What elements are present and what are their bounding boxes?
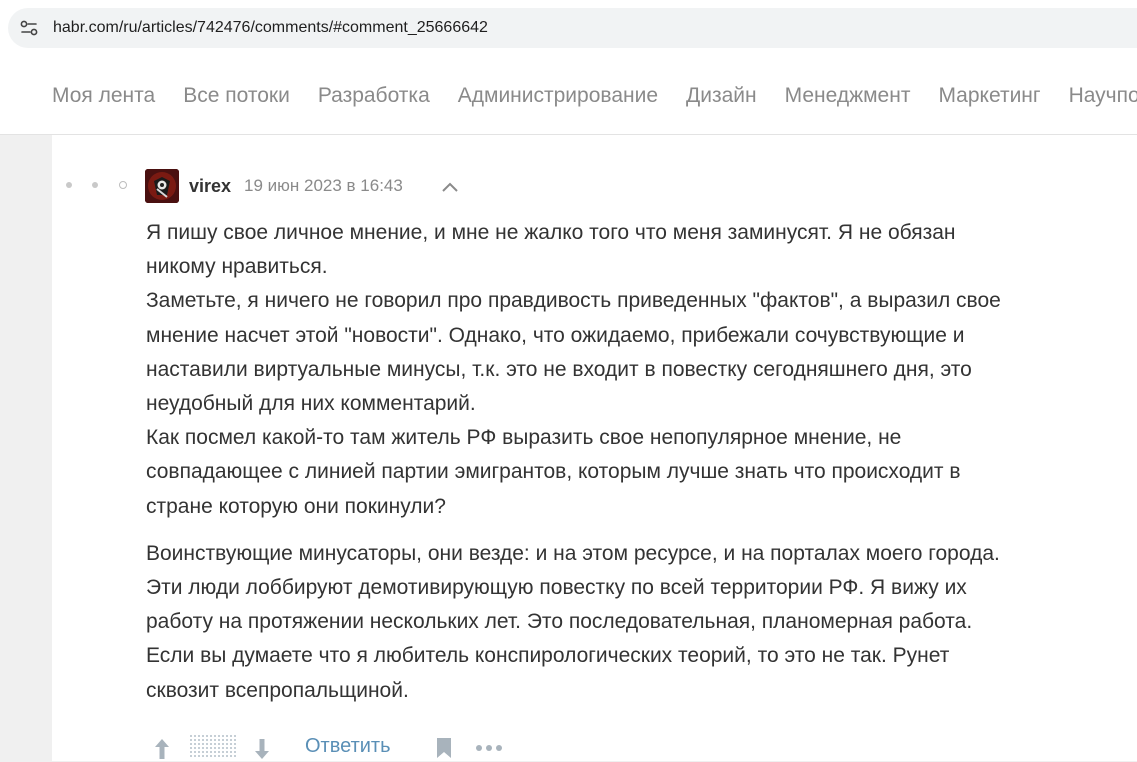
nav-item-administration[interactable]: Администрирование [458,83,658,109]
avatar[interactable] [145,169,179,203]
comment-author[interactable]: virex [189,175,231,197]
nav-item-all-streams[interactable]: Все потоки [183,83,290,109]
thread-dot [66,182,72,188]
nav-list: Моя лента Все потоки Разработка Админист… [52,83,1137,109]
comment-date[interactable]: 19 июн 2023 в 16:43 [244,176,403,196]
nav-item-design[interactable]: Дизайн [686,83,757,109]
more-options-icon[interactable] [475,744,503,752]
comment-paragraph: Я пишу свое личное мнение, и мне не жалк… [146,221,1001,518]
nav-item-marketing[interactable]: Маркетинг [938,83,1040,109]
comment-body: Я пишу свое личное мнение, и мне не жалк… [146,216,1106,721]
nav-item-my-feed[interactable]: Моя лента [52,83,155,109]
thread-level-dots [66,181,136,190]
comment-actions: Ответить [146,732,566,762]
thread-dot-current [119,181,127,189]
tune-icon[interactable] [20,19,38,37]
url-text[interactable]: habr.com/ru/articles/742476/comments/#co… [53,18,488,38]
avatar-image [145,169,179,203]
address-bar[interactable]: habr.com/ru/articles/742476/comments/#co… [8,8,1137,48]
reply-button[interactable]: Ответить [305,734,391,758]
thread-dot [92,182,98,188]
bookmark-icon[interactable] [435,737,453,759]
habr-nav: Моя лента Все потоки Разработка Админист… [0,56,1137,135]
upvote-arrow-icon[interactable] [152,737,172,761]
nav-item-popsci[interactable]: Научпоп [1069,83,1137,109]
chevron-up-icon[interactable] [440,180,460,194]
nav-item-development[interactable]: Разработка [318,83,430,109]
comment-paragraph: Воинствующие минусаторы, они везде: и на… [146,541,1000,702]
downvote-arrow-icon[interactable] [252,737,272,761]
browser-chrome: habr.com/ru/articles/742476/comments/#co… [0,0,1137,56]
rating-hidden-icon [190,735,236,759]
nav-item-management[interactable]: Менеджмент [785,83,911,109]
